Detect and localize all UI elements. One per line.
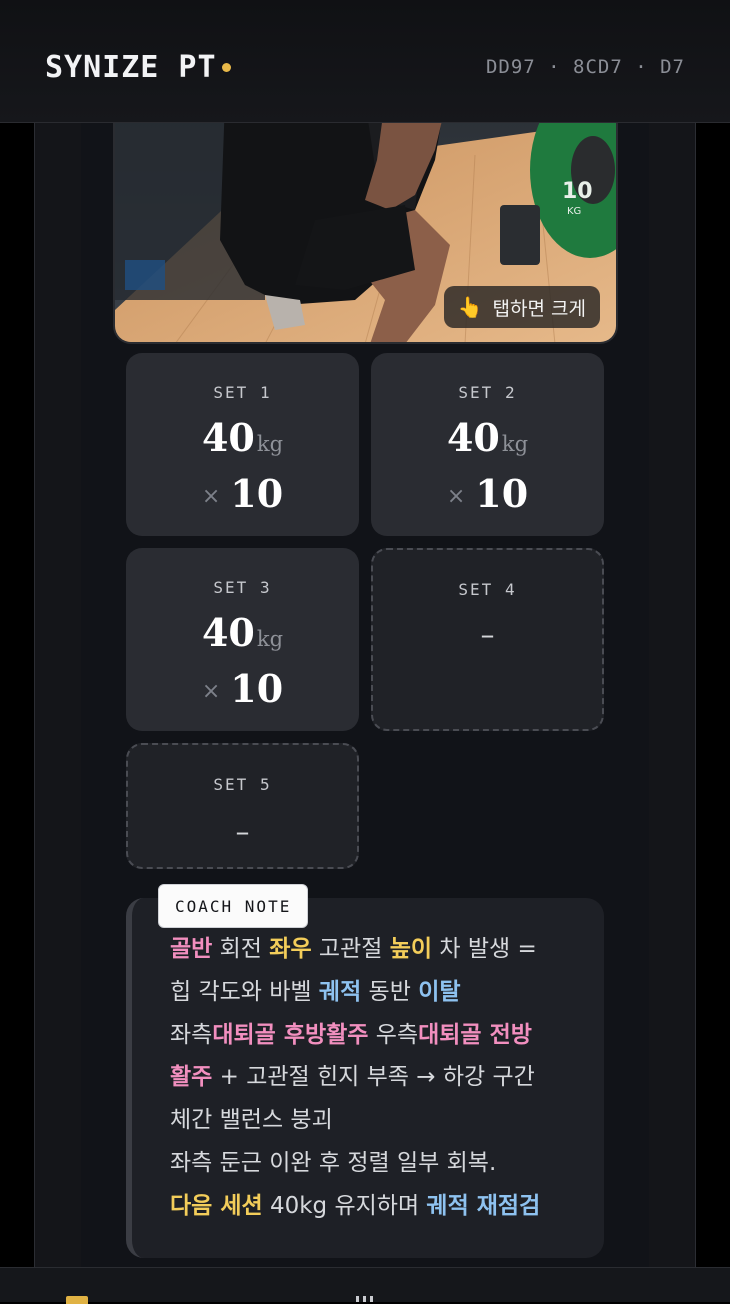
app-title: SYNIZE PT: [45, 50, 217, 85]
plate-unit: KG: [567, 206, 581, 217]
set-label: SET 2: [458, 383, 517, 402]
note-text-segment: 힙 각도와 바벨: [170, 978, 319, 1005]
highlight-term: 좌우: [269, 936, 312, 962]
home-icon[interactable]: [66, 1296, 88, 1304]
pointing-hand-icon: 👆: [457, 295, 483, 319]
note-text-segment: 좌측: [170, 1021, 213, 1048]
note-text-segment: 좌측 둔근 이완 후 정렬 일부 회복.: [170, 1149, 497, 1176]
highlight-term: 이탈: [418, 978, 461, 1005]
weight-unit: kg: [256, 432, 284, 456]
note-text-segment: 회전: [212, 936, 270, 962]
weight-value: 40: [201, 610, 255, 655]
times-icon: ×: [201, 484, 221, 509]
note-text-segment: 고관절: [311, 936, 390, 962]
empty-placeholder: –: [480, 618, 495, 651]
set-reps: × 10: [371, 471, 604, 516]
coach-note-line: 다음 세션 40kg 유지하며 궤적 재점검: [170, 1185, 570, 1228]
set-card-5-empty[interactable]: SET 5 –: [126, 743, 359, 869]
highlight-term: 활주: [170, 1064, 213, 1091]
set-weight: 40kg: [371, 415, 604, 460]
set-card-3[interactable]: SET 3 40kg × 10: [126, 548, 359, 731]
highlight-term: 다음 세션: [170, 1192, 263, 1219]
highlight-term: 높이: [389, 936, 433, 962]
coach-note-line: 활주 + 고관절 힌지 부족 → 하강 구간: [170, 1056, 570, 1099]
coach-note-line: 골반 회전 좌우 고관절 높이 차 발생 =: [170, 928, 570, 971]
tap-hint-label: 탭하면 크게: [492, 297, 586, 320]
exercise-photo[interactable]: 10 KG 👆 탭하면 크게: [113, 100, 618, 344]
app-header: SYNIZE PT DD97 · 8CD7 · D7: [0, 0, 730, 123]
set-weight: 40kg: [126, 415, 359, 460]
left-rail: [34, 122, 82, 1268]
coach-note-line: 좌측대퇴골 후방활주 우측대퇴골 전방: [170, 1014, 570, 1057]
coach-note-badge: COACH NOTE: [158, 884, 309, 928]
weight-unit: kg: [256, 627, 284, 651]
set-weight: 40kg: [126, 610, 359, 655]
plate-number: 10: [562, 179, 593, 204]
coach-note-line: 좌측 둔근 이완 후 정렬 일부 회복.: [170, 1142, 570, 1185]
highlight-term: 대퇴골 전방: [418, 1021, 532, 1048]
highlight-term: 궤적: [318, 978, 362, 1005]
weight-value: 40: [446, 415, 500, 460]
note-text-segment: 우측: [368, 1021, 419, 1048]
coach-note-line: 체간 밸런스 붕괴: [170, 1099, 570, 1142]
set-label: SET 5: [213, 775, 272, 794]
highlight-term: 골반: [170, 936, 213, 962]
weight-value: 40: [201, 415, 255, 460]
coach-note-text: 골반 회전 좌우 고관절 높이 차 발생 = 힙 각도와 바벨 궤적 동반 이탈 좌…: [170, 928, 570, 1228]
times-icon: ×: [446, 484, 466, 509]
set-reps: × 10: [126, 666, 359, 711]
reps-value: 10: [230, 471, 284, 516]
set-label: SET 1: [213, 383, 272, 402]
set-card-1[interactable]: SET 1 40kg × 10: [126, 353, 359, 536]
reps-value: 10: [475, 471, 529, 516]
highlight-term: 궤적 재점검: [426, 1192, 541, 1219]
note-text-segment: 40kg 유지하며: [262, 1192, 427, 1219]
note-text-segment: 차 발생 =: [432, 936, 537, 962]
note-text-segment: + 고관절 힌지 부족 → 하강 구간: [212, 1064, 535, 1091]
set-card-2[interactable]: SET 2 40kg × 10: [371, 353, 604, 536]
bottom-nav: [0, 1267, 730, 1304]
status-dot-icon: [222, 63, 231, 72]
note-text-segment: 체간 밸런스 붕괴: [170, 1107, 333, 1134]
set-label: SET 3: [213, 578, 272, 597]
empty-placeholder: –: [235, 815, 250, 848]
reps-value: 10: [230, 666, 284, 711]
menu-icon[interactable]: [356, 1296, 376, 1302]
set-card-4-empty[interactable]: SET 4 –: [371, 548, 604, 731]
set-label: SET 4: [458, 580, 517, 599]
times-icon: ×: [201, 679, 221, 704]
set-reps: × 10: [126, 471, 359, 516]
weight-unit: kg: [501, 432, 529, 456]
tap-to-enlarge-hint[interactable]: 👆 탭하면 크게: [443, 286, 600, 328]
right-rail: [648, 122, 696, 1268]
device-id: DD97 · 8CD7 · D7: [485, 56, 685, 78]
note-text-segment: 동반: [361, 978, 419, 1005]
highlight-term: 대퇴골 후방활주: [212, 1021, 369, 1048]
coach-note-line: 힙 각도와 바벨 궤적 동반 이탈: [170, 971, 570, 1014]
